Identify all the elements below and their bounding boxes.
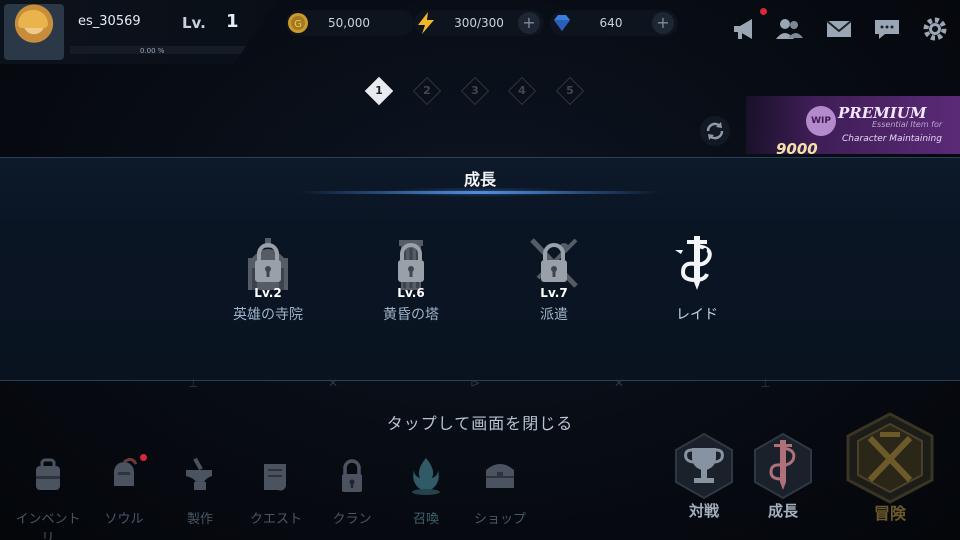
banner-subtitle-2: Character Maintaining — [842, 134, 942, 144]
menu-label: 派遣 — [540, 307, 568, 323]
stamina-counter: 300/300 + — [414, 10, 544, 36]
nav-clan[interactable]: クラン — [314, 456, 390, 532]
stage-4-selector[interactable]: 4 — [507, 76, 537, 106]
growth-modal: 成長 Lv.2 英雄の寺院 Lv.6 黄昏の塔 Lv.7 派遣 レイド — [0, 157, 960, 381]
notification-dot — [760, 8, 767, 15]
stamina-value: 300/300 — [454, 16, 504, 30]
level-label: Lv. — [182, 14, 206, 32]
gold-counter: G 50,000 — [286, 10, 414, 36]
menu-raid[interactable]: レイド — [642, 234, 752, 334]
refresh-icon[interactable] — [700, 116, 730, 146]
trophy-icon — [675, 432, 733, 500]
nav-quest[interactable]: クエスト — [238, 456, 314, 532]
nav-label: クエスト — [249, 512, 302, 527]
required-level: Lv.2 — [254, 286, 282, 300]
inventory-icon — [36, 458, 60, 490]
nav-summon[interactable]: 召喚 — [388, 456, 464, 532]
banner-subtitle: Essential Item for — [872, 120, 943, 129]
title-underline — [300, 191, 660, 194]
menu-label: 英雄の寺院 — [233, 307, 303, 323]
add-stamina-button[interactable]: + — [518, 12, 540, 34]
shop-chest-icon — [486, 464, 514, 488]
menu-dispatch[interactable]: Lv.7 派遣 — [499, 234, 609, 334]
adventure-button[interactable]: 冒険 — [836, 412, 944, 532]
dragon-sword-icon — [675, 236, 712, 290]
player-name: es_30569 — [78, 14, 141, 29]
menu-hero-temple[interactable]: Lv.2 英雄の寺院 — [213, 234, 323, 334]
lock-icon — [342, 459, 362, 492]
battle-label: 対戦 — [688, 502, 719, 520]
required-level: Lv.7 — [540, 286, 568, 300]
nav-label: 召喚 — [412, 512, 439, 527]
menu-label: レイド — [676, 307, 718, 323]
dragon-sword-icon — [754, 432, 812, 500]
nav-label: 製作 — [186, 512, 213, 527]
required-level: Lv.6 — [397, 286, 425, 300]
friends-icon[interactable] — [774, 14, 804, 44]
temple-icon — [248, 238, 288, 290]
menu-twilight-tower[interactable]: Lv.6 黄昏の塔 — [356, 234, 466, 334]
mail-icon[interactable] — [824, 14, 854, 44]
nav-inventory[interactable]: インベントリ — [10, 456, 86, 540]
dispatch-icon — [530, 238, 578, 288]
gem-value: 640 — [599, 16, 623, 30]
modal-title: 成長 — [463, 170, 496, 189]
nav-crafting[interactable]: 製作 — [162, 456, 238, 532]
menu-label: 黄昏の塔 — [383, 307, 439, 323]
nav-shop[interactable]: ショップ — [462, 456, 538, 532]
stage-2-selector[interactable]: 2 — [412, 76, 442, 106]
chat-icon[interactable] — [872, 14, 902, 44]
wip-badge: WIP — [806, 106, 836, 136]
gem-counter: 640 + — [550, 10, 678, 36]
game-screen: es_30569 Lv. 1 0.00 % G 50,000 300/300 + — [0, 0, 960, 540]
nav-label: ソウル — [104, 512, 144, 527]
top-hud: es_30569 Lv. 1 0.00 % G 50,000 300/300 + — [0, 0, 960, 64]
battle-button[interactable]: 対戦 — [670, 430, 738, 530]
anvil-icon — [186, 457, 212, 490]
add-gems-button[interactable]: + — [652, 12, 674, 34]
summon-flame-icon — [412, 458, 440, 495]
adventure-label: 冒険 — [873, 504, 906, 523]
nav-label: ショップ — [473, 512, 526, 527]
stage-3-selector[interactable]: 3 — [460, 76, 490, 106]
stage-5-selector[interactable]: 5 — [555, 76, 585, 106]
nav-label: インベントリ — [15, 512, 81, 540]
growth-button[interactable]: 成長 — [749, 430, 817, 530]
banner-price: 9000 — [776, 140, 818, 154]
player-level: 1 — [226, 11, 239, 32]
exp-percent: 0.00 % — [140, 47, 165, 55]
player-avatar[interactable] — [4, 4, 64, 60]
stage-1-selector[interactable]: 1 — [364, 76, 394, 106]
growth-label: 成長 — [767, 502, 798, 520]
gold-value: 50,000 — [328, 16, 370, 30]
nav-label: クラン — [332, 512, 372, 527]
nav-soul[interactable]: ソウル — [86, 454, 162, 532]
megaphone-icon[interactable] — [730, 14, 760, 44]
premium-banner[interactable]: WIP PREMIUM Essential Item for Character… — [746, 96, 960, 154]
soul-knight-icon — [114, 457, 138, 486]
tower-icon — [398, 240, 424, 290]
quest-scroll-icon — [264, 464, 286, 491]
lock-icon — [541, 243, 567, 282]
notification-dot — [140, 454, 147, 461]
player-panel[interactable]: es_30569 Lv. 1 0.00 % — [0, 0, 278, 64]
crossed-swords-icon — [846, 412, 934, 504]
gear-icon[interactable] — [920, 14, 950, 44]
